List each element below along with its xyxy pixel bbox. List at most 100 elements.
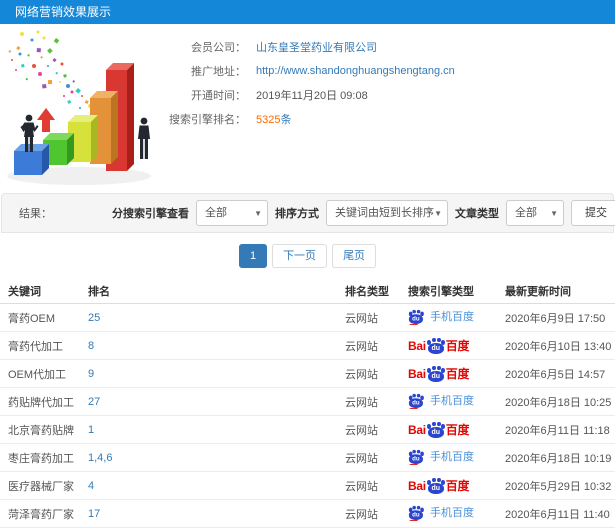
rank-link[interactable]: 9 xyxy=(88,368,94,380)
baidu-paw-icon: du xyxy=(408,448,424,465)
paw-pad: du xyxy=(427,426,444,438)
baidu-logo: Bai du 百度 xyxy=(408,365,469,382)
rank-cell: 8 xyxy=(80,331,337,360)
table-header-row: 关键词 排名 排名类型 搜索引擎类型 最新更新时间 xyxy=(0,278,615,304)
paw-pad: du xyxy=(408,397,423,408)
baidu-logo-text: 百度 xyxy=(445,367,470,381)
engine-select-value: 全部 xyxy=(205,207,227,219)
engine-filter-label: 分搜索引擎查看 xyxy=(112,208,189,220)
rank-link[interactable]: 1,4,6 xyxy=(88,452,112,464)
company-label: 会员公司： xyxy=(191,42,246,54)
mobile-baidu-logo: du 手机百度 xyxy=(408,448,474,465)
engine-type-cell: Bai du 百度 xyxy=(400,331,497,360)
submit-button[interactable]: 提交 xyxy=(571,200,615,226)
baidu-paw-icon: du xyxy=(427,421,445,438)
sort-select[interactable]: 关键词由短到长排序 ▼ xyxy=(326,200,448,226)
rank-type-cell: 云网站 xyxy=(337,499,400,528)
paw-pad: du xyxy=(427,482,444,494)
mobile-baidu-label: 手机百度 xyxy=(430,311,474,323)
open-time-label: 开通时间： xyxy=(191,90,246,102)
column-header: 排名 xyxy=(80,278,337,304)
column-header: 最新更新时间 xyxy=(497,278,615,304)
table-row: 菏泽膏药厂家 17 云网站 du 手机百度 2020年6月11日 11:40 xyxy=(0,499,615,528)
updated-time-cell: 2020年5月29日 10:32 xyxy=(497,471,615,500)
filter-controls: 分搜索引擎查看 全部 ▼ 排序方式 关键词由短到长排序 ▼ 文章类型 全部 ▼ … xyxy=(112,200,615,226)
rank-cell: 25 xyxy=(80,303,337,332)
rank-link[interactable]: 25 xyxy=(88,312,100,324)
info-row-opened: 开通时间： 2019年11月20日 09:08 xyxy=(128,83,455,107)
rank-count-number: 5325 xyxy=(256,114,281,126)
paw-pad: du xyxy=(408,453,423,464)
updated-time-cell: 2020年6月5日 14:57 xyxy=(497,359,615,388)
engine-type-cell: du 手机百度 xyxy=(400,499,497,528)
table-row: 膏药OEM 25 云网站 du 手机百度 2020年6月9日 17:50 xyxy=(0,303,615,332)
baidu-paw-icon: du xyxy=(408,308,424,325)
paw-toe xyxy=(412,392,416,397)
updated-time-cell: 2020年6月10日 13:40 xyxy=(497,331,615,360)
company-link[interactable]: 山东皇圣堂药业有限公司 xyxy=(256,39,377,55)
rank-type-cell: 云网站 xyxy=(337,387,400,416)
promo-url-link[interactable]: http://www.shandonghuangshengtang.cn xyxy=(256,65,455,77)
results-table: 关键词 排名 排名类型 搜索引擎类型 最新更新时间 膏药OEM 25 云网站 du 手机百度 20… xyxy=(0,278,615,528)
baidu-logo-text: Bai xyxy=(408,478,426,493)
rank-type-cell: 云网站 xyxy=(337,415,400,444)
rank-cell: 1 xyxy=(80,415,337,444)
paw-pad: du xyxy=(408,313,423,324)
table-row: 枣庄膏药加工 1,4,6 云网站 du 手机百度 2020年6月18日 10:19 xyxy=(0,443,615,472)
rank-type-cell: 云网站 xyxy=(337,471,400,500)
rank-cell: 27 xyxy=(80,387,337,416)
rank-link[interactable]: 8 xyxy=(88,340,94,352)
engine-type-cell: du 手机百度 xyxy=(400,387,497,416)
engine-type-cell: Bai du 百度 xyxy=(400,415,497,444)
last-page-button[interactable]: 尾页 xyxy=(332,243,377,268)
baidu-logo-text: Bai xyxy=(408,422,426,437)
up-arrow xyxy=(37,108,55,132)
paw-toe xyxy=(436,477,441,482)
confetti-dots xyxy=(8,30,96,121)
paw-toe xyxy=(412,448,416,453)
rank-type-cell: 云网站 xyxy=(337,303,400,332)
table-row: 药贴牌代加工 27 云网站 du 手机百度 2020年6月18日 10:25 xyxy=(0,387,615,416)
engine-type-cell: du 手机百度 xyxy=(400,443,497,472)
rank-cell: 4 xyxy=(80,471,337,500)
rank-link[interactable]: 4 xyxy=(88,480,94,492)
rank-link[interactable]: 27 xyxy=(88,396,100,408)
paw-toe xyxy=(436,365,441,370)
article-type-select[interactable]: 全部 ▼ xyxy=(506,200,564,226)
chevron-down-icon: ▼ xyxy=(550,209,558,218)
paw-toe xyxy=(412,504,416,509)
column-header: 排名类型 xyxy=(337,278,400,304)
mobile-baidu-logo: du 手机百度 xyxy=(408,308,474,325)
keyword-cell: 菏泽膏药厂家 xyxy=(0,499,80,528)
rank-cell: 1,4,6 xyxy=(80,443,337,472)
baidu-paw-icon: du xyxy=(408,392,424,409)
paw-pad: du xyxy=(427,342,444,354)
column-header: 搜索引擎类型 xyxy=(400,278,497,304)
table-row: 膏药代加工 8 云网站 Bai du 百度 2020年6月10日 13:40 xyxy=(0,331,615,360)
page-button-current[interactable]: 1 xyxy=(238,243,268,268)
table-row: OEM代加工 9 云网站 Bai du 百度 2020年6月5日 14:57 xyxy=(0,359,615,388)
rank-link[interactable]: 17 xyxy=(88,508,100,520)
baidu-paw-icon: du xyxy=(427,477,445,494)
rank-type-cell: 云网站 xyxy=(337,359,400,388)
paw-toe xyxy=(436,421,441,426)
baidu-logo-text: 百度 xyxy=(445,423,470,437)
mobile-baidu-logo: du 手机百度 xyxy=(408,392,474,409)
info-row-rank-count: 搜索引擎排名： 5325条 xyxy=(128,107,455,131)
mobile-baidu-label: 手机百度 xyxy=(430,451,474,463)
keyword-cell: OEM代加工 xyxy=(0,359,80,388)
paw-toe xyxy=(420,451,424,456)
rank-cell: 9 xyxy=(80,359,337,388)
rank-link[interactable]: 1 xyxy=(88,424,94,436)
engine-select[interactable]: 全部 ▼ xyxy=(196,200,268,226)
engine-type-cell: Bai du 百度 xyxy=(400,471,497,500)
keyword-cell: 膏药OEM xyxy=(0,303,80,332)
paw-toe xyxy=(412,308,416,313)
next-page-button[interactable]: 下一页 xyxy=(272,243,328,268)
keyword-cell: 北京膏药贴牌 xyxy=(0,415,80,444)
paw-toe xyxy=(431,477,436,482)
baidu-logo-text: Bai xyxy=(408,338,426,353)
column-header: 关键词 xyxy=(0,278,80,304)
rank-type-cell: 云网站 xyxy=(337,331,400,360)
rank-count-unit: 条 xyxy=(280,114,292,126)
